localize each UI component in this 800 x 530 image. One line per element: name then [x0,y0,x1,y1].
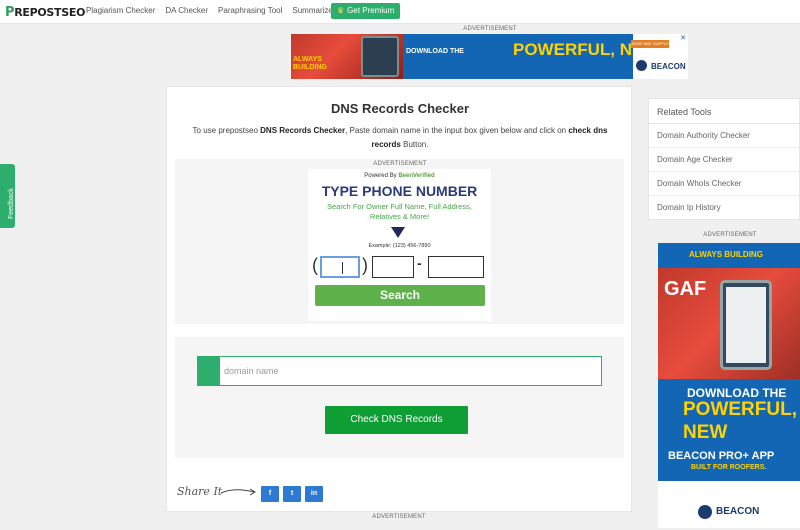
feedback-label: Feedback [8,188,15,219]
linkedin-share-icon[interactable]: in [305,486,323,502]
domain-input-wrapper [197,356,602,386]
nav-plagiarism-checker[interactable]: Plagiarism Checker [86,6,155,15]
share-label: Share It [177,485,223,498]
side-ad-band: ALWAYS BUILDING [658,243,800,268]
banner-shop-button[interactable]: SHOP ABC SUPPLY [631,40,669,48]
page-title: DNS Records Checker [331,101,469,116]
ad-search-button[interactable]: Search [315,285,485,306]
main-card: DNS Records Checker To use prepostseo DN… [166,86,632,512]
nav-links: Plagiarism Checker DA Checker Paraphrasi… [86,6,336,15]
dns-form: Check DNS Records [175,337,624,458]
area-code-input[interactable] [320,256,360,278]
related-item-domain-ip-history[interactable]: Domain Ip History [657,203,721,212]
divider [649,171,800,172]
banner-always-building: ALWAYS BUILDING [293,56,327,71]
check-dns-records-button[interactable]: Check DNS Records [325,406,468,434]
phone-lookup-ad: Powered By BeenVerified TYPE PHONE NUMBE… [308,169,491,321]
nav-paraphrasing-tool[interactable]: Paraphrasing Tool [218,6,282,15]
side-ad-brand: BEACON [716,506,760,517]
line-number-input[interactable] [428,256,484,278]
logo-mark: P [5,5,15,20]
ad-powered-by: Powered By BeenVerified [364,173,435,179]
facebook-share-icon[interactable]: f [261,486,279,502]
get-premium-button[interactable]: ♛ Get Premium [331,3,401,19]
banner-brand: BEACON [651,62,686,71]
input-accent-bar [198,357,220,385]
ad-headline: TYPE PHONE NUMBER [321,183,478,199]
related-tools: Related Tools Domain Authority Checker D… [648,98,800,220]
arrow-down-icon [391,227,405,238]
advertisement-label: ADVERTISEMENT [373,161,427,167]
top-banner-ad[interactable]: ALWAYS BUILDING DOWNLOAD THE POWERFUL, NE… [291,34,688,79]
feedback-tab[interactable]: Feedback [0,164,15,228]
dash: - [417,255,422,271]
logo[interactable]: PREPOSTSEO [5,5,85,20]
paren-open: ( [312,255,318,275]
nav-summarizer[interactable]: Summarizer [292,6,335,15]
divider [649,195,800,196]
divider [649,123,800,124]
paren-close: ) [362,255,368,275]
ad-close-icon[interactable]: ✕ [680,34,686,42]
phone-image [720,280,772,370]
side-ad-line1: DOWNLOAD THE [687,386,787,400]
ad-subtext: Search For Owner Full Name, Full Address… [326,202,473,221]
crown-icon: ♛ [337,6,345,15]
related-tools-title: Related Tools [657,107,712,117]
side-ad-roof-image: GAF [664,278,707,300]
phone-image [361,36,399,77]
side-ad-line4: BEACON PRO+ APP [668,450,775,462]
side-ad-text-panel: DOWNLOAD THE POWERFUL, NEW BEACON PRO+ A… [658,379,800,481]
advertisement-label: ADVERTISEMENT [372,514,426,520]
side-ad-line5: BUILT FOR ROOFERS. [691,464,767,471]
logo-text: REPOSTSEO [14,6,86,19]
domain-name-input[interactable] [224,361,594,381]
advertisement-label: ADVERTISEMENT [463,26,517,32]
ad-example: Example: (123) 456-7890 [368,243,431,249]
beacon-logo-icon [636,60,647,71]
premium-label: Get Premium [347,6,395,15]
related-item-domain-age[interactable]: Domain Age Checker [657,155,733,164]
twitter-share-icon[interactable]: t [283,486,301,502]
beacon-logo-icon [698,505,712,519]
banner-download-text: DOWNLOAD THE [406,48,464,55]
nav-da-checker[interactable]: DA Checker [165,6,208,15]
related-item-domain-whois[interactable]: Domain WhoIs Checker [657,179,741,188]
tool-description: To use prepostseo DNS Records Checker, P… [192,126,608,149]
divider [649,147,800,148]
ad-container: ADVERTISEMENT Powered By BeenVerified TY… [175,159,624,324]
side-ad[interactable]: ALWAYS BUILDING GAF DOWNLOAD THE POWERFU… [658,243,800,528]
share-arrow-icon [220,488,256,496]
side-ad-line2: POWERFUL, [683,399,797,420]
banner-powerful-text: POWERFUL, NE [513,40,644,59]
related-item-domain-authority[interactable]: Domain Authority Checker [657,131,750,140]
top-nav: PREPOSTSEO Plagiarism Checker DA Checker… [0,0,800,24]
side-ad-line3: NEW [683,422,728,443]
prefix-input[interactable] [372,256,414,278]
advertisement-label: ADVERTISEMENT [703,232,757,238]
